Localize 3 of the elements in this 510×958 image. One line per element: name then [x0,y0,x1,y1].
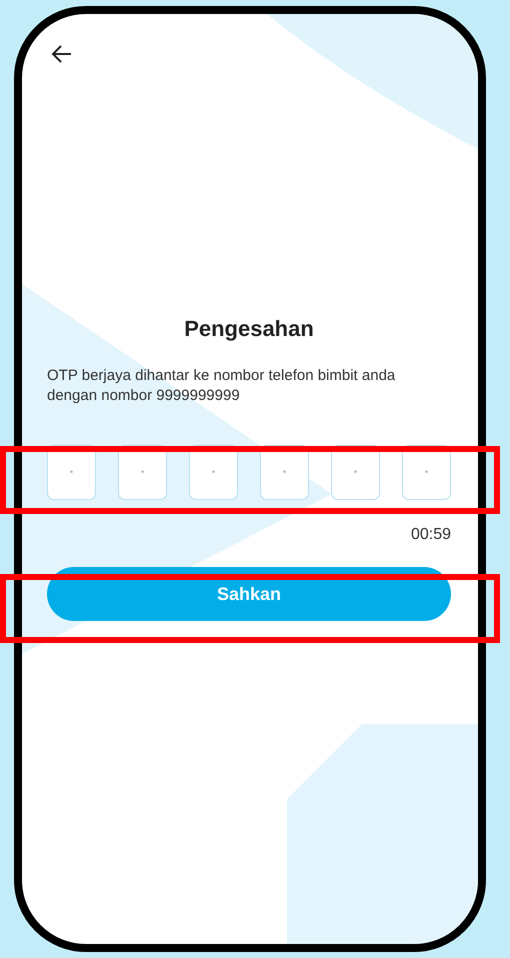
otp-message: OTP berjaya dihantar ke nombor telefon bimbit anda dengan nombor 9999999999 [47,366,396,406]
countdown-timer: 00:59 [410,526,451,544]
page-title: Pengesahan [183,316,315,342]
